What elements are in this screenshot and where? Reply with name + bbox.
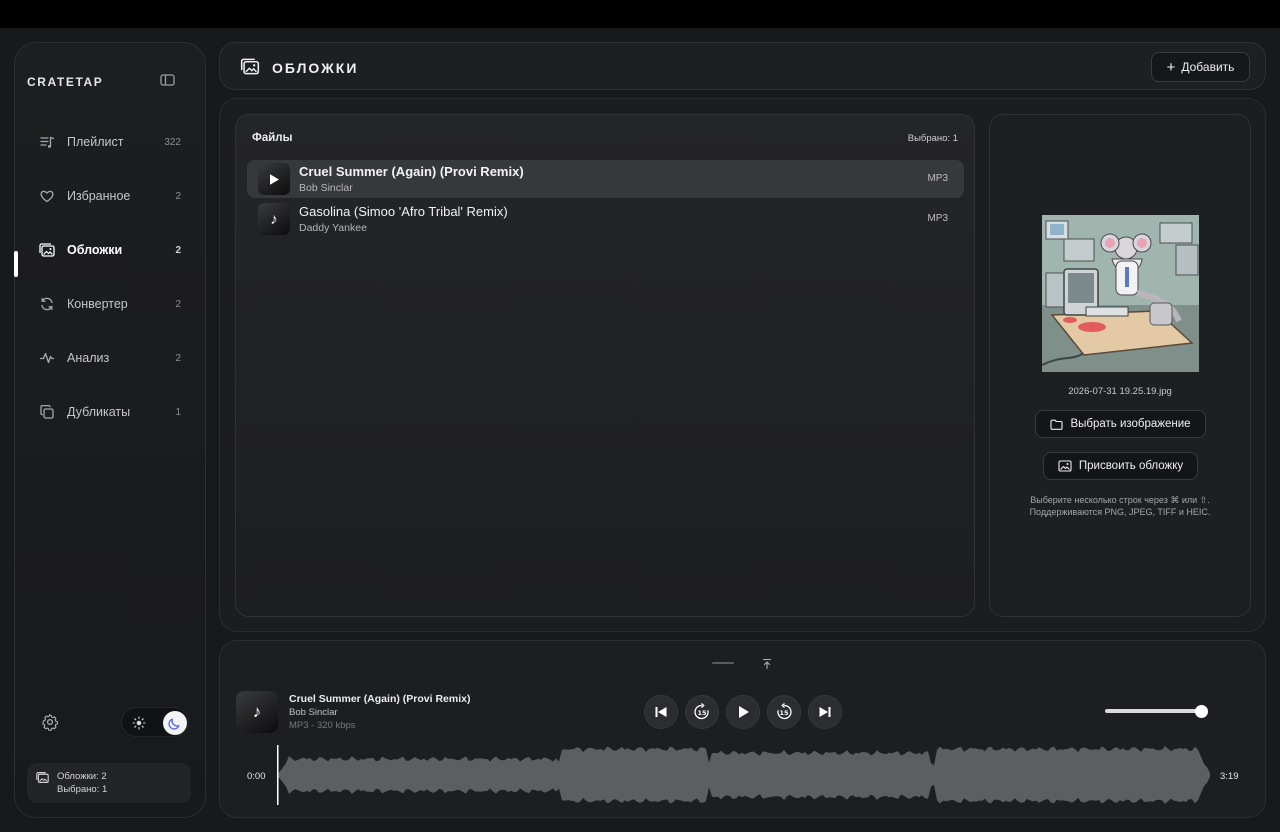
hint-text: Поддерживаются PNG, JPEG, TIFF и HEIC. [1029,507,1211,517]
sidebar-toggle-icon[interactable] [159,72,177,88]
gear-icon[interactable] [41,713,59,731]
refresh-icon [38,295,56,313]
now-playing-title: Cruel Summer (Again) (Provi Remix) [289,693,471,705]
music-note-icon: ♪ [236,691,278,733]
file-format: MP3 [927,213,948,224]
forward-15-text: 15 [779,709,789,717]
hint-text: Выберите несколько строк через ⌘ или ⇧. [1030,495,1210,505]
waveform-scrubber[interactable] [277,745,1211,805]
photo-icon [1058,460,1072,472]
next-button[interactable] [808,695,842,729]
cover-art-image [1042,215,1199,372]
player-bar: ♪ Cruel Summer (Again) (Provi Remix) Bob… [219,640,1266,818]
files-title: Файлы [252,132,293,144]
page-title: ОБЛОЖКИ [272,60,359,76]
assign-cover-label: Присвоить обложку [1078,460,1184,472]
app-window: CRATETAP Плейлист 322 Избранное 2 Обложк… [0,28,1280,832]
folder-icon [1050,419,1063,430]
sidebar-item-label: Избранное [67,189,131,203]
now-playing-artist: Bob Sinclar [289,707,338,718]
sidebar-item-playlist[interactable]: Плейлист 322 [27,127,195,157]
rewind-15-button[interactable]: 15 [685,695,719,729]
current-time: 0:00 [247,771,266,782]
file-title: Cruel Summer (Again) (Provi Remix) [299,164,524,179]
page-header: ОБЛОЖКИ + Добавить [219,42,1266,90]
rewind-15-text: 15 [697,709,707,717]
sidebar-item-count: 2 [175,244,181,256]
forward-15-button[interactable]: 15 [767,695,801,729]
plus-icon: + [1166,58,1176,76]
sidebar-item-duplicates[interactable]: Дубликаты 1 [27,397,195,427]
sun-icon[interactable] [130,714,148,732]
sidebar: CRATETAP Плейлист 322 Избранное 2 Обложк… [14,42,206,818]
sidebar-item-label: Обложки [67,243,123,257]
files-list-panel: Файлы Выбрано: 1 Cruel Summer (Again) (P… [235,114,975,617]
sidebar-item-label: Дубликаты [67,405,131,419]
status-covers-count: Обложки: 2 [57,771,107,782]
choose-image-button[interactable]: Выбрать изображение [1035,410,1206,438]
sidebar-item-count: 2 [175,298,181,310]
sidebar-item-count: 2 [175,190,181,202]
sidebar-item-count: 322 [164,136,181,148]
sidebar-item-count: 1 [175,406,181,418]
sidebar-item-label: Анализ [67,351,110,365]
music-note-icon: ♪ [258,203,290,235]
duplicate-icon [38,403,56,421]
add-button-label: Добавить [1181,60,1235,74]
now-playing-meta: MP3 - 320 kbps [289,720,356,731]
drag-handle[interactable] [712,662,734,664]
sidebar-item-label: Плейлист [67,135,124,149]
play-icon[interactable] [258,163,290,195]
status-summary: Обложки: 2 Выбрано: 1 [27,763,191,803]
add-button[interactable]: + Добавить [1151,52,1250,82]
assign-cover-button[interactable]: Присвоить обложку [1043,452,1198,480]
expand-up-icon[interactable] [761,657,773,670]
photos-icon [35,771,50,789]
status-selected-count: Выбрано: 1 [57,784,108,795]
photos-icon [38,241,56,259]
total-time: 3:19 [1220,771,1239,782]
volume-slider[interactable] [1105,709,1203,713]
waveform-pulse-icon [38,349,56,367]
volume-knob[interactable] [1195,705,1208,718]
sidebar-item-converter[interactable]: Конвертер 2 [27,289,195,319]
skip-back-icon [655,707,667,717]
moon-icon[interactable] [163,711,187,735]
rewind-15-icon: 15 [694,703,709,720]
file-format: MP3 [927,173,948,184]
cover-panel: 2026-07-31 19.25.19.jpg Выбрать изображе… [989,114,1251,617]
app-logo-text: CRATETAP [27,75,104,89]
waveform-shape [277,746,1210,804]
photos-icon [239,57,261,81]
previous-button[interactable] [644,695,678,729]
file-row[interactable]: Cruel Summer (Again) (Provi Remix) Bob S… [247,160,964,198]
play-icon [738,706,749,718]
choose-image-label: Выбрать изображение [1070,418,1191,430]
cover-filename: 2026-07-31 19.25.19.jpg [1068,386,1172,397]
covers-panel: Файлы Выбрано: 1 Cruel Summer (Again) (P… [219,98,1266,632]
skip-forward-icon [819,707,831,717]
playhead [277,745,279,805]
theme-switch [121,707,189,737]
active-nav-indicator [14,251,18,277]
file-artist: Bob Sinclar [299,182,353,194]
top-bar [0,0,1280,28]
play-button[interactable] [726,695,760,729]
sidebar-item-covers[interactable]: Обложки 2 [27,235,195,265]
sidebar-item-count: 2 [175,352,181,364]
sidebar-item-favorites[interactable]: Избранное 2 [27,181,195,211]
sidebar-item-analysis[interactable]: Анализ 2 [27,343,195,373]
file-row[interactable]: ♪ Gasolina (Simoo 'Afro Tribal' Remix) D… [247,200,964,238]
file-title: Gasolina (Simoo 'Afro Tribal' Remix) [299,204,508,219]
files-selected-count: Выбрано: 1 [907,133,958,144]
file-artist: Daddy Yankee [299,222,367,234]
playlist-icon [38,133,56,151]
forward-15-icon: 15 [777,703,792,720]
sidebar-item-label: Конвертер [67,297,128,311]
heart-icon [38,187,56,205]
